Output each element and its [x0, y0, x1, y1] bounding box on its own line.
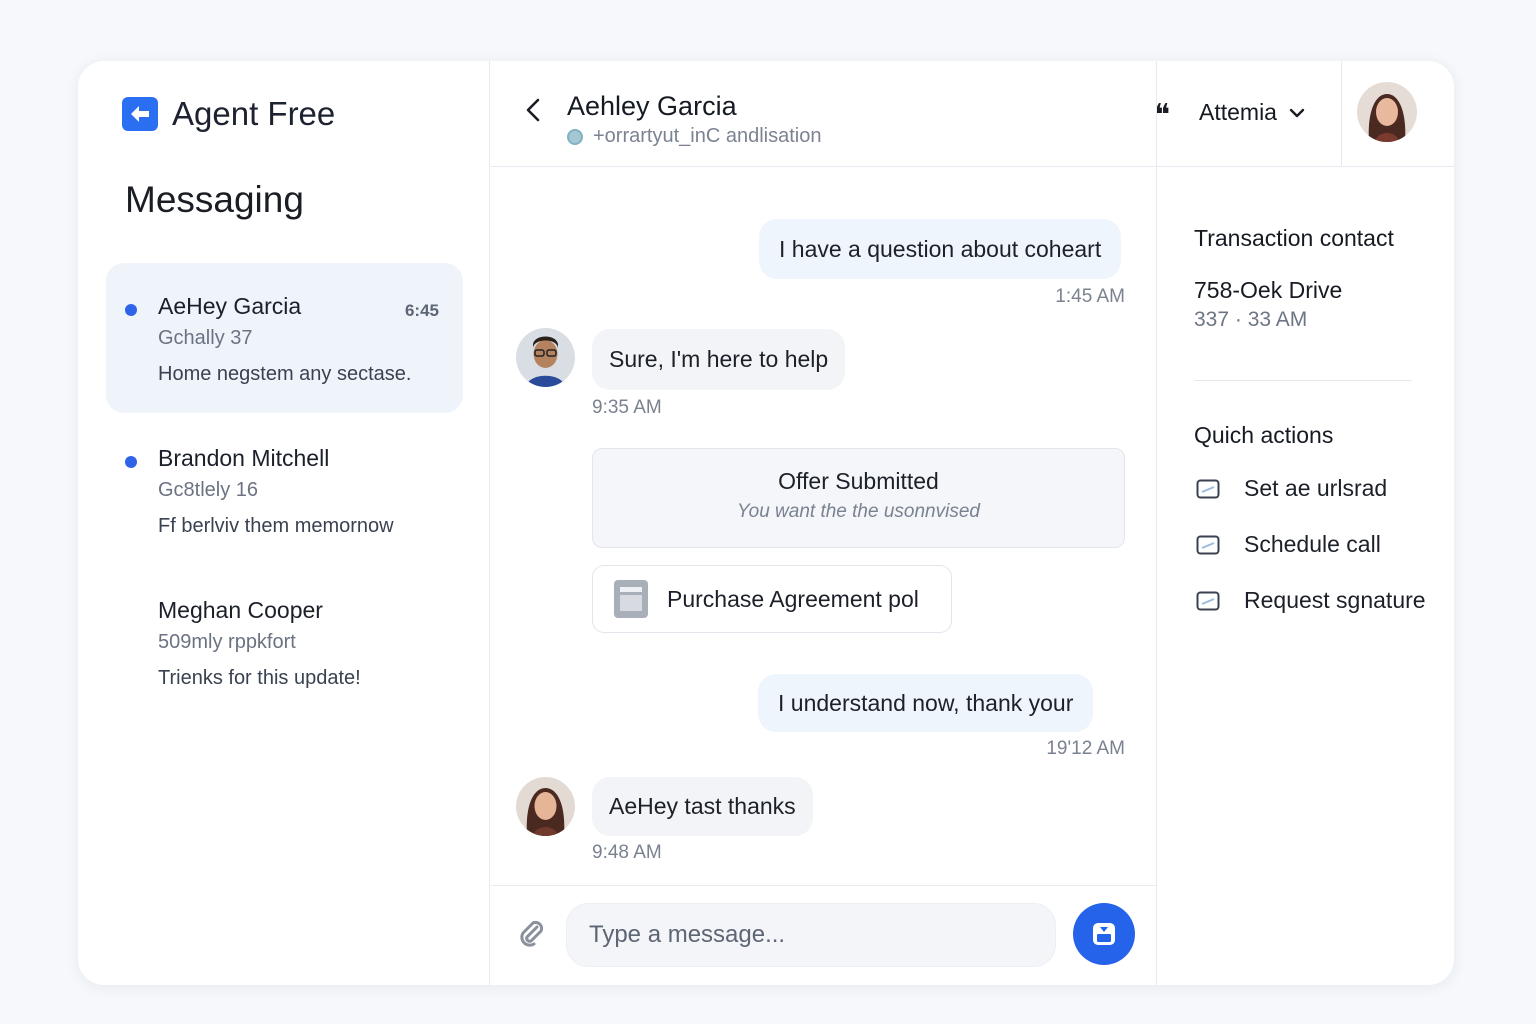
unread-dot — [125, 304, 137, 316]
contact-avatar — [516, 328, 575, 387]
agent-dropdown[interactable]: Attemia — [1199, 99, 1305, 126]
property-meta: 337 · 33 AM — [1194, 308, 1308, 331]
conversation-preview: Ff berlviv them memornow — [158, 515, 394, 537]
conversation-item-meghan-cooper[interactable]: Meghan Cooper 509mly rppkfort Trienks fo… — [106, 567, 463, 717]
unread-dot — [125, 456, 137, 468]
message-incoming: Sure, I'm here to help — [592, 329, 846, 390]
send-button[interactable] — [1073, 903, 1135, 965]
card-icon — [1196, 479, 1220, 498]
message-incoming: AeHey tast thanks — [592, 777, 813, 836]
conversation-subtitle: Gc8tlely 16 — [158, 479, 259, 501]
card-icon — [1196, 591, 1220, 610]
quick-action-label: Request sgnature — [1244, 587, 1426, 613]
details-divider — [1194, 380, 1412, 381]
conversation-name: AeHey Garcia — [158, 293, 302, 319]
file-name: Purchase Agreement pol — [667, 585, 919, 612]
contact-avatar — [516, 777, 575, 836]
header-divider — [1341, 61, 1342, 167]
quick-action-label: Schedule call — [1244, 531, 1381, 557]
conversation-item-aehey-garcia[interactable]: AeHey Garcia 6:45 Gchally 37 Home negste… — [106, 263, 463, 413]
details-panel: Transaction contact 758-Oek Drive 337 · … — [1158, 167, 1454, 985]
attach-button[interactable] — [517, 919, 547, 949]
quick-action-schedule-call[interactable]: Schedule call — [1196, 531, 1381, 558]
message-time: 9:35 AM — [592, 397, 662, 418]
conversation-time: 6:45 — [404, 301, 439, 320]
brand-name: Agent Free — [172, 95, 336, 132]
message-time: 19'12 AM — [1046, 738, 1125, 759]
message-time: 1:45 AM — [1055, 286, 1125, 307]
quick-actions-title: Quich actions — [1194, 422, 1334, 448]
details-title: Transaction contact — [1194, 225, 1394, 251]
offer-subtitle: You want the the usonnvised — [737, 501, 980, 522]
conversation-subtitle: 509mly rppkfort — [158, 631, 296, 653]
message-input[interactable] — [566, 903, 1056, 967]
user-avatar[interactable] — [1357, 82, 1417, 142]
conversation-sidebar: Agent Free Messaging AeHey Garcia 6:45 G… — [78, 61, 490, 985]
brand: Agent Free — [122, 95, 335, 133]
property-address: 758-Oek Drive — [1194, 277, 1343, 303]
app-window: Agent Free Messaging AeHey Garcia 6:45 G… — [78, 61, 1454, 985]
file-attachment[interactable]: Purchase Agreement pol — [592, 565, 952, 633]
paperclip-icon — [520, 920, 544, 947]
quick-action-set[interactable]: Set ae urlsrad — [1196, 475, 1387, 502]
message-outgoing: I have a question about coheart — [759, 219, 1122, 279]
conversation-name: Meghan Cooper — [158, 597, 323, 623]
offer-title: Offer Submitted — [778, 468, 939, 494]
chat-panel: I have a question about coheart 1:45 AM … — [491, 61, 1157, 985]
message-time: 9:48 AM — [592, 842, 662, 863]
document-icon — [614, 580, 648, 618]
brand-logo-icon — [122, 97, 158, 131]
chevron-down-icon — [1289, 108, 1305, 117]
conversation-name: Brandon Mitchell — [158, 445, 330, 471]
quick-action-request-signature[interactable]: Request sgnature — [1196, 587, 1426, 614]
agent-dropdown-label: Attemia — [1199, 99, 1277, 125]
quick-action-label: Set ae urlsrad — [1244, 475, 1388, 501]
page-title: Messaging — [125, 179, 304, 220]
conversation-preview: Trienks for this update! — [158, 667, 361, 689]
card-icon — [1196, 535, 1220, 554]
send-icon — [1093, 923, 1115, 945]
conversation-item-brandon-mitchell[interactable]: Brandon Mitchell Gc8tlely 16 Ff berlviv … — [106, 415, 463, 565]
conversation-subtitle: Gchally 37 — [158, 327, 253, 349]
message-composer — [491, 885, 1157, 985]
message-outgoing: I understand now, thank your — [758, 674, 1094, 732]
offer-card[interactable]: Offer Submitted You want the the usonnvi… — [592, 448, 1125, 548]
conversation-preview: Home negstem any sectase. — [158, 363, 412, 385]
